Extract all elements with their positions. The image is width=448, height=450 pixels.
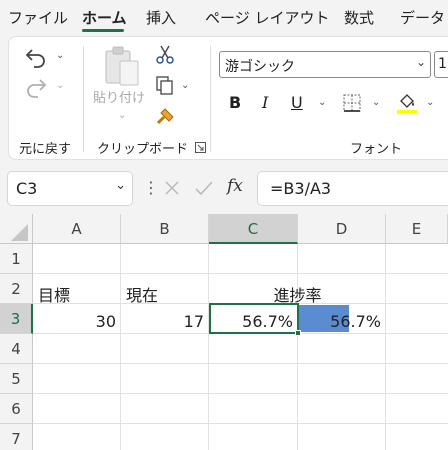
name-box[interactable]: C3 ⌄: [7, 171, 133, 206]
underline-dropdown-chevron-icon[interactable]: ⌄: [318, 97, 326, 108]
fill-color-dropdown-chevron-icon[interactable]: ⌄: [426, 97, 434, 108]
ribbon-separator-2: [210, 46, 211, 152]
undo-dropdown-chevron-icon[interactable]: ⌄: [56, 50, 64, 61]
cell-a2[interactable]: 目標: [38, 276, 70, 306]
gridline: [385, 244, 386, 450]
cut-icon[interactable]: [154, 44, 176, 66]
row-header-2[interactable]: 2: [0, 274, 33, 304]
paste-dropdown-chevron-icon[interactable]: ⌄: [118, 110, 126, 121]
cell-a3[interactable]: 30: [33, 306, 121, 336]
tab-insert[interactable]: 挿入: [146, 7, 176, 28]
underline-button[interactable]: U: [291, 93, 303, 112]
tab-file[interactable]: ファイル: [8, 7, 68, 28]
row-header-7[interactable]: 7: [0, 424, 33, 450]
name-box-chevron-icon[interactable]: ⌄: [115, 178, 126, 193]
bold-button[interactable]: B: [229, 93, 241, 112]
cell-b2[interactable]: 現在: [126, 276, 158, 306]
menu-bar: ファイル ホーム 挿入 ページ レイアウト 数式 データ: [0, 0, 448, 34]
row-header-4[interactable]: 4: [0, 334, 33, 364]
borders-dropdown-chevron-icon[interactable]: ⌄: [372, 97, 380, 108]
tab-data[interactable]: データ: [400, 7, 445, 28]
select-all-corner[interactable]: [0, 214, 33, 244]
insert-function-icon[interactable]: fx: [227, 176, 243, 196]
row-header-5[interactable]: 5: [0, 364, 33, 394]
gridline: [120, 244, 121, 450]
tab-home[interactable]: ホーム: [82, 7, 127, 28]
cell-d3[interactable]: 56.7%: [298, 306, 386, 336]
clipboard-launcher-icon[interactable]: [194, 141, 206, 153]
paste-icon[interactable]: [100, 44, 144, 88]
redo-icon[interactable]: [22, 74, 50, 100]
gridline: [208, 244, 209, 450]
name-box-value: C3: [16, 179, 38, 198]
gridline: [297, 244, 298, 450]
more-options-icon[interactable]: ⋮: [143, 178, 159, 197]
paste-label[interactable]: 貼り付け: [93, 87, 145, 107]
row-header-3[interactable]: 3: [0, 304, 33, 334]
clipboard-group-label: クリップボード: [97, 142, 189, 157]
active-cell-selection: [209, 303, 299, 334]
font-name-value: 游ゴシック: [225, 59, 295, 75]
cancel-formula-icon[interactable]: [160, 176, 184, 200]
cell-c2-d2-merged[interactable]: 進捗率: [209, 276, 386, 306]
italic-button[interactable]: I: [262, 93, 268, 112]
ribbon-separator: [83, 46, 84, 152]
column-header-c[interactable]: C: [209, 214, 298, 244]
column-header-a[interactable]: A: [33, 214, 121, 244]
borders-icon[interactable]: [341, 92, 363, 114]
font-group-label: フォント: [350, 142, 403, 157]
fill-color-icon[interactable]: [395, 90, 419, 116]
font-size-select[interactable]: 11: [434, 51, 448, 78]
active-tab-indicator: [82, 29, 124, 32]
enter-formula-icon[interactable]: [192, 176, 216, 200]
column-header-d[interactable]: D: [298, 214, 386, 244]
column-header-b[interactable]: B: [121, 214, 209, 244]
formula-input[interactable]: =B3/A3: [257, 171, 448, 206]
undo-icon[interactable]: [22, 44, 50, 70]
tab-formulas[interactable]: 数式: [344, 7, 374, 28]
font-name-select[interactable]: 游ゴシック ⌄: [219, 51, 431, 78]
tab-page-layout[interactable]: ページ レイアウト: [205, 7, 329, 28]
redo-dropdown-chevron-icon[interactable]: ⌄: [56, 80, 64, 91]
copy-dropdown-chevron-icon[interactable]: ⌄: [181, 80, 189, 91]
column-header-e[interactable]: E: [386, 214, 448, 244]
row-header-6[interactable]: 6: [0, 394, 33, 424]
undo-group-label: 元に戻す: [19, 142, 72, 157]
formula-value: =B3/A3: [270, 179, 332, 198]
cell-b3[interactable]: 17: [121, 306, 209, 336]
font-name-chevron-icon: ⌄: [415, 55, 426, 69]
copy-icon[interactable]: [154, 74, 176, 96]
font-size-value: 11: [438, 56, 448, 72]
fill-handle[interactable]: [295, 330, 301, 336]
format-painter-icon[interactable]: [154, 104, 178, 128]
row-header-1[interactable]: 1: [0, 244, 33, 274]
